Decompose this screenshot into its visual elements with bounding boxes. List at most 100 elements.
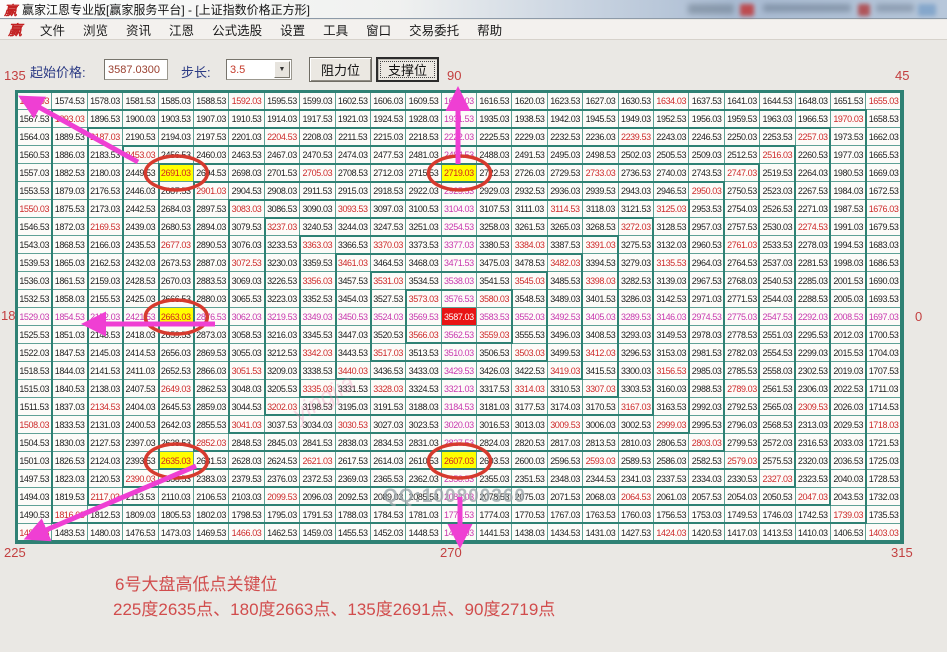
grid-cell[interactable]: 2971.03 bbox=[689, 290, 724, 308]
grid-cell[interactable]: 3212.53 bbox=[265, 344, 300, 362]
grid-cell[interactable]: 1564.03 bbox=[17, 128, 52, 146]
grid-cell[interactable]: 2631.53 bbox=[194, 452, 229, 470]
grid-cell[interactable]: 2509.03 bbox=[689, 146, 724, 164]
grid-cell[interactable]: 2677.03 bbox=[159, 236, 194, 254]
menu-item[interactable]: 浏览 bbox=[83, 20, 108, 39]
grid-cell[interactable]: 2477.53 bbox=[371, 146, 406, 164]
grid-cell[interactable]: 1858.03 bbox=[52, 290, 87, 308]
grid-cell[interactable]: 2323.53 bbox=[796, 470, 831, 488]
grid-cell[interactable]: 3384.03 bbox=[512, 236, 547, 254]
grid-cell[interactable]: 3457.53 bbox=[336, 272, 371, 290]
grid-cell[interactable]: 3345.53 bbox=[300, 326, 335, 344]
grid-cell[interactable]: 2029.53 bbox=[831, 416, 866, 434]
grid-cell[interactable]: 3328.03 bbox=[371, 380, 406, 398]
grid-cell[interactable]: 1455.53 bbox=[336, 524, 371, 542]
grid-cell[interactable]: 1620.03 bbox=[512, 92, 547, 110]
grid-cell[interactable]: 2848.53 bbox=[229, 434, 264, 452]
grid-cell[interactable]: 3125.03 bbox=[654, 200, 689, 218]
grid-cell[interactable]: 2379.53 bbox=[229, 470, 264, 488]
grid-cell[interactable]: 1728.53 bbox=[866, 470, 901, 488]
grid-cell[interactable]: 2834.53 bbox=[371, 434, 406, 452]
grid-cell[interactable]: 3247.53 bbox=[371, 218, 406, 236]
grid-cell[interactable]: 2841.53 bbox=[300, 434, 335, 452]
grid-cell[interactable]: 3160.03 bbox=[654, 380, 689, 398]
grid-cell[interactable]: 3373.53 bbox=[406, 236, 441, 254]
grid-cell[interactable]: 2806.53 bbox=[654, 434, 689, 452]
grid-cell[interactable]: 2554.53 bbox=[760, 344, 795, 362]
grid-cell[interactable]: 2145.03 bbox=[88, 344, 123, 362]
grid-cell[interactable]: 2148.53 bbox=[88, 326, 123, 344]
grid-cell[interactable]: 2754.03 bbox=[725, 200, 760, 218]
grid-cell[interactable]: 2775.03 bbox=[725, 308, 760, 326]
grid-cell[interactable]: 3286.03 bbox=[619, 290, 654, 308]
grid-cell[interactable]: 2348.03 bbox=[548, 470, 583, 488]
grid-cell[interactable]: 1980.53 bbox=[831, 164, 866, 182]
grid-cell[interactable]: 1812.53 bbox=[88, 506, 123, 524]
grid-cell[interactable]: 1672.53 bbox=[866, 182, 901, 200]
grid-cell[interactable]: 1623.53 bbox=[548, 92, 583, 110]
grid-cell[interactable]: 3279.03 bbox=[619, 254, 654, 272]
grid-cell[interactable]: 2040.03 bbox=[831, 470, 866, 488]
grid-cell[interactable]: 2722.53 bbox=[477, 164, 512, 182]
grid-cell[interactable]: 3121.53 bbox=[619, 200, 654, 218]
grid-cell[interactable]: 1536.03 bbox=[17, 272, 52, 290]
grid-cell[interactable]: 1609.53 bbox=[406, 92, 441, 110]
grid-cell[interactable]: 2911.53 bbox=[300, 182, 335, 200]
grid-cell[interactable]: 3027.03 bbox=[371, 416, 406, 434]
grid-cell[interactable]: 2320.03 bbox=[796, 452, 831, 470]
chevron-down-icon[interactable]: ▼ bbox=[274, 61, 290, 78]
grid-cell[interactable]: 1637.53 bbox=[689, 92, 724, 110]
grid-cell[interactable]: 3520.53 bbox=[371, 326, 406, 344]
grid-cell[interactable]: 1529.03 bbox=[17, 308, 52, 326]
grid-cell[interactable]: 3216.03 bbox=[265, 326, 300, 344]
grid-cell[interactable]: 1546.53 bbox=[17, 218, 52, 236]
grid-cell[interactable]: 2015.53 bbox=[831, 344, 866, 362]
grid-cell[interactable]: 2306.03 bbox=[796, 380, 831, 398]
grid-cell[interactable]: 2897.53 bbox=[194, 200, 229, 218]
grid-cell[interactable]: 2733.03 bbox=[583, 164, 618, 182]
grid-cell[interactable]: 1466.03 bbox=[229, 524, 264, 542]
grid-cell[interactable]: 2680.53 bbox=[159, 218, 194, 236]
grid-cell[interactable]: 2820.53 bbox=[512, 434, 547, 452]
grid-cell[interactable]: 1676.03 bbox=[866, 200, 901, 218]
grid-cell[interactable]: 3146.03 bbox=[654, 308, 689, 326]
grid-cell[interactable]: 2404.03 bbox=[123, 398, 158, 416]
grid-cell[interactable]: 2740.03 bbox=[654, 164, 689, 182]
grid-cell[interactable]: 2782.03 bbox=[725, 344, 760, 362]
grid-cell[interactable]: 1910.53 bbox=[229, 110, 264, 128]
grid-cell[interactable]: 1725.03 bbox=[866, 452, 901, 470]
grid-cell[interactable]: 2582.53 bbox=[689, 452, 724, 470]
grid-cell[interactable]: 3244.03 bbox=[336, 218, 371, 236]
grid-cell[interactable]: 2771.53 bbox=[725, 290, 760, 308]
grid-cell[interactable]: 1588.53 bbox=[194, 92, 229, 110]
grid-cell[interactable]: 3517.03 bbox=[371, 344, 406, 362]
grid-cell[interactable]: 2932.53 bbox=[512, 182, 547, 200]
grid-cell[interactable]: 2824.03 bbox=[477, 434, 512, 452]
grid-cell[interactable]: 3118.03 bbox=[583, 200, 618, 218]
grid-cell[interactable]: 3510.03 bbox=[442, 344, 477, 362]
grid-cell[interactable]: 2180.03 bbox=[88, 164, 123, 182]
grid-cell[interactable]: 3058.53 bbox=[229, 326, 264, 344]
grid-cell[interactable]: 2960.53 bbox=[689, 236, 724, 254]
grid-cell[interactable]: 2474.03 bbox=[336, 146, 371, 164]
grid-cell-key-level[interactable]: 2607.03 bbox=[442, 452, 477, 470]
grid-cell[interactable]: 3398.03 bbox=[583, 272, 618, 290]
grid-cell[interactable]: 2012.03 bbox=[831, 326, 866, 344]
grid-cell[interactable]: 3037.53 bbox=[265, 416, 300, 434]
grid-cell[interactable]: 3482.03 bbox=[548, 254, 583, 272]
grid-cell[interactable]: 3093.53 bbox=[336, 200, 371, 218]
grid-cell[interactable]: 3170.53 bbox=[583, 398, 618, 416]
grid-cell[interactable]: 2981.53 bbox=[689, 344, 724, 362]
grid-cell[interactable]: 2645.53 bbox=[159, 398, 194, 416]
grid-cell[interactable]: 2456.53 bbox=[159, 146, 194, 164]
grid-cell[interactable]: 1560.53 bbox=[17, 146, 52, 164]
grid-cell[interactable]: 3205.53 bbox=[265, 380, 300, 398]
grid-cell[interactable]: 3419.03 bbox=[548, 362, 583, 380]
grid-cell[interactable]: 3415.53 bbox=[583, 362, 618, 380]
grid-cell[interactable]: 2127.53 bbox=[88, 434, 123, 452]
grid-cell[interactable]: 2316.53 bbox=[796, 434, 831, 452]
grid-cell[interactable]: 2957.03 bbox=[689, 218, 724, 236]
start-price-input[interactable] bbox=[104, 59, 168, 80]
grid-cell[interactable]: 2190.53 bbox=[123, 128, 158, 146]
grid-cell[interactable]: 2197.53 bbox=[194, 128, 229, 146]
